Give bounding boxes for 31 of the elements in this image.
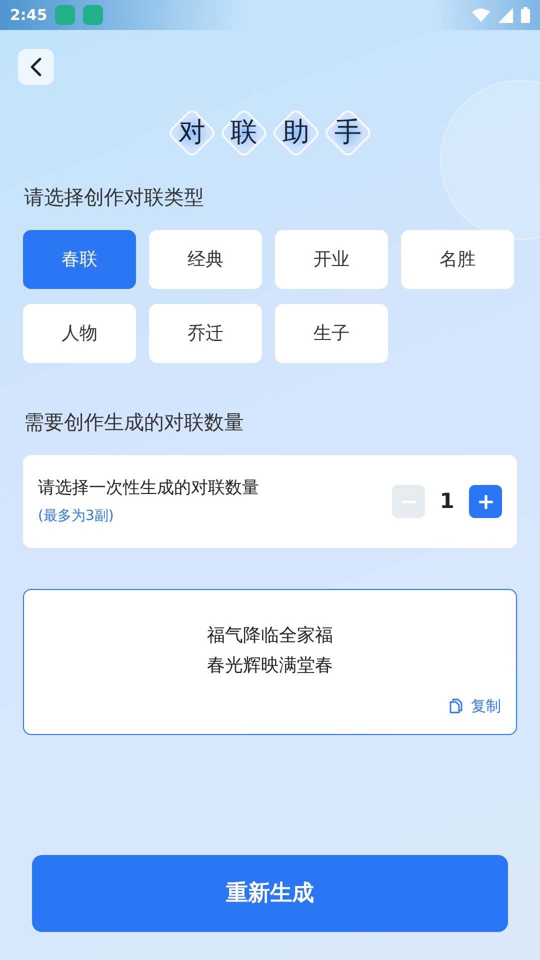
plus-button[interactable]: [469, 485, 502, 518]
type-option[interactable]: 经典: [149, 230, 262, 289]
app-notification-icon: [83, 5, 104, 25]
title-character: 助: [282, 116, 310, 150]
app-notification-icon: [55, 5, 76, 25]
couplet-line: 福气降临全家福: [207, 624, 333, 648]
type-option[interactable]: 生子: [275, 304, 388, 363]
type-option[interactable]: 乔迁: [149, 304, 262, 363]
title-character: 联: [230, 116, 258, 150]
back-button[interactable]: [18, 49, 54, 85]
title-character: 手: [334, 116, 362, 150]
type-option[interactable]: 开业: [275, 230, 388, 289]
back-icon: [30, 57, 42, 77]
regenerate-button[interactable]: 重新生成: [32, 855, 508, 932]
type-option[interactable]: 人物: [23, 304, 136, 363]
status-time: 2:45: [10, 4, 48, 26]
section-heading: 请选择创作对联类型: [24, 184, 205, 211]
count-label: 请选择一次性生成的对联数量: [38, 477, 259, 500]
couplet-line: 春光辉映满堂春: [207, 654, 333, 678]
count-value: 1: [438, 488, 456, 515]
signal-icon: [498, 8, 513, 22]
title-character: 对: [178, 116, 206, 150]
plus-icon: [478, 494, 492, 508]
type-option[interactable]: 名胜: [401, 230, 514, 289]
type-option[interactable]: 春联: [23, 230, 136, 289]
wifi-icon: [472, 8, 490, 22]
copy-button[interactable]: 复制: [449, 695, 501, 718]
section-heading: 需要创作生成的对联数量: [24, 409, 245, 436]
copy-icon: [449, 698, 463, 714]
count-hint: (最多为3副): [38, 506, 115, 526]
battery-icon: [521, 7, 530, 23]
